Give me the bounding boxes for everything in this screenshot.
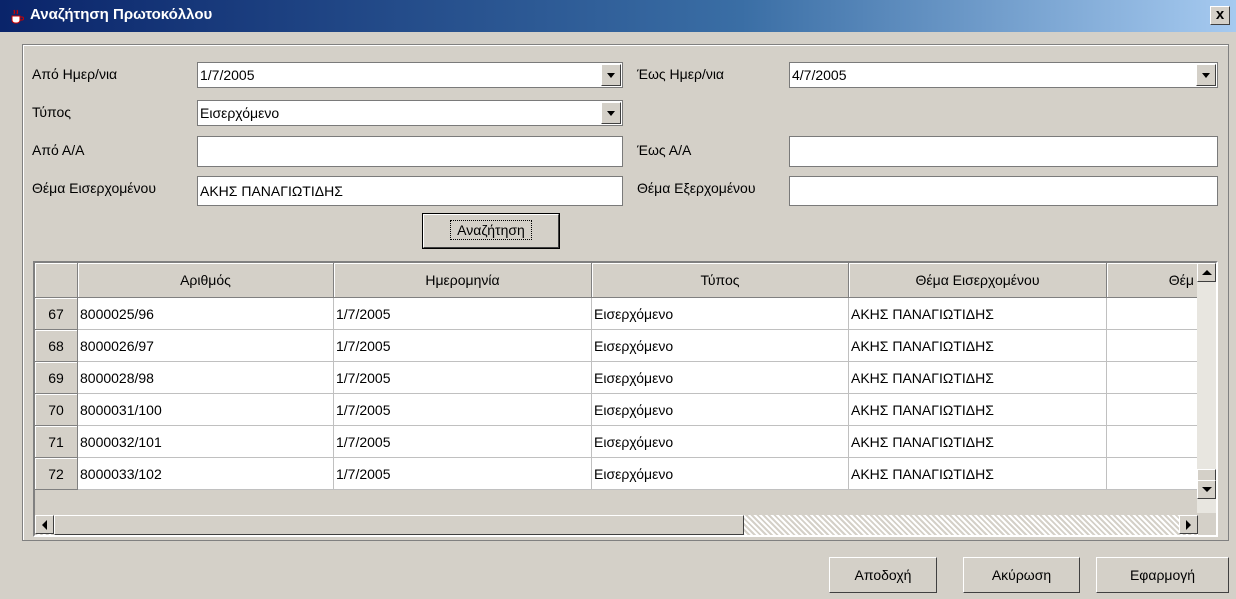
cell-subject: ΑΚΗΣ ΠΑΝΑΓΙΩΤΙΔΗΣ bbox=[849, 426, 1107, 458]
close-button[interactable]: x bbox=[1210, 6, 1230, 25]
column-header-incoming-subject[interactable]: Θέμα Εισερχομένου bbox=[849, 263, 1107, 298]
column-header-date[interactable]: Ημερομηνία bbox=[334, 263, 592, 298]
to-aa-label: Έως Α/Α bbox=[637, 142, 692, 158]
cell-type: Εισερχόμενο bbox=[592, 362, 849, 394]
horizontal-scrollbar[interactable] bbox=[35, 515, 1198, 535]
cancel-button[interactable]: Ακύρωση bbox=[963, 557, 1080, 593]
search-button-label: Αναζήτηση bbox=[450, 220, 532, 240]
cell-type: Εισερχόμενο bbox=[592, 426, 849, 458]
cell-number: 8000025/96 bbox=[78, 298, 334, 330]
cell-number: 8000031/100 bbox=[78, 394, 334, 426]
cell-number: 8000026/97 bbox=[78, 330, 334, 362]
java-cup-icon bbox=[11, 9, 24, 24]
row-number: 71 bbox=[35, 426, 78, 458]
cell-outgoing bbox=[1107, 394, 1199, 426]
accept-button[interactable]: Αποδοχή bbox=[829, 557, 937, 593]
chevron-down-icon[interactable] bbox=[1196, 64, 1216, 86]
cell-subject: ΑΚΗΣ ΠΑΝΑΓΙΩΤΙΔΗΣ bbox=[849, 362, 1107, 394]
cell-date: 1/7/2005 bbox=[334, 458, 592, 490]
row-number: 68 bbox=[35, 330, 78, 362]
cell-date: 1/7/2005 bbox=[334, 362, 592, 394]
incoming-subject-input[interactable]: ΑΚΗΣ ΠΑΝΑΓΙΩΤΙΔΗΣ bbox=[197, 176, 623, 206]
table-corner bbox=[35, 263, 78, 298]
cell-date: 1/7/2005 bbox=[334, 426, 592, 458]
cell-type: Εισερχόμενο bbox=[592, 458, 849, 490]
to-date-combo[interactable]: 4/7/2005 bbox=[789, 62, 1218, 88]
cell-outgoing bbox=[1107, 426, 1199, 458]
scroll-left-icon[interactable] bbox=[35, 515, 54, 534]
from-aa-label: Από Α/Α bbox=[32, 142, 85, 158]
type-label: Τύπος bbox=[32, 104, 71, 120]
chevron-down-icon[interactable] bbox=[601, 64, 621, 86]
cell-outgoing bbox=[1107, 298, 1199, 330]
dialog-window: Αναζήτηση Πρωτοκόλλου x Από Ημερ/νια 1/7… bbox=[0, 0, 1236, 599]
to-date-value: 4/7/2005 bbox=[792, 67, 847, 83]
outgoing-subject-input[interactable] bbox=[789, 176, 1218, 206]
vertical-scrollbar[interactable] bbox=[1197, 263, 1216, 513]
from-date-value: 1/7/2005 bbox=[200, 67, 255, 83]
cell-number: 8000032/101 bbox=[78, 426, 334, 458]
row-number: 72 bbox=[35, 458, 78, 490]
type-value: Εισερχόμενο bbox=[200, 105, 280, 121]
incoming-subject-label: Θέμα Εισερχομένου bbox=[32, 180, 156, 196]
title-bar: Αναζήτηση Πρωτοκόλλου x bbox=[0, 0, 1236, 32]
scroll-up-icon[interactable] bbox=[1197, 263, 1216, 282]
from-date-label: Από Ημερ/νια bbox=[32, 66, 118, 82]
chevron-down-icon[interactable] bbox=[601, 102, 621, 124]
cell-outgoing bbox=[1107, 458, 1199, 490]
outgoing-subject-label: Θέμα Εξερχομένου bbox=[637, 180, 756, 196]
scroll-down-icon[interactable] bbox=[1197, 480, 1216, 499]
cell-type: Εισερχόμενο bbox=[592, 330, 849, 362]
to-aa-input[interactable] bbox=[789, 136, 1218, 167]
results-table: Αριθμός Ημερομηνία Τύπος Θέμα Εισερχομέν… bbox=[33, 261, 1218, 537]
cell-type: Εισερχόμενο bbox=[592, 298, 849, 330]
window-title: Αναζήτηση Πρωτοκόλλου bbox=[30, 6, 213, 23]
from-aa-input[interactable] bbox=[197, 136, 623, 167]
column-header-number[interactable]: Αριθμός bbox=[78, 263, 334, 298]
cell-date: 1/7/2005 bbox=[334, 394, 592, 426]
row-number: 70 bbox=[35, 394, 78, 426]
cell-subject: ΑΚΗΣ ΠΑΝΑΓΙΩΤΙΔΗΣ bbox=[849, 458, 1107, 490]
search-button[interactable]: Αναζήτηση bbox=[422, 213, 560, 249]
from-date-combo[interactable]: 1/7/2005 bbox=[197, 62, 623, 88]
type-combo[interactable]: Εισερχόμενο bbox=[197, 100, 623, 126]
cell-outgoing bbox=[1107, 362, 1199, 394]
cell-number: 8000033/102 bbox=[78, 458, 334, 490]
cell-outgoing bbox=[1107, 330, 1199, 362]
column-header-outgoing-subject[interactable]: Θέμ bbox=[1107, 263, 1199, 298]
to-date-label: Έως Ημερ/νια bbox=[637, 66, 725, 82]
row-number: 69 bbox=[35, 362, 78, 394]
cell-subject: ΑΚΗΣ ΠΑΝΑΓΙΩΤΙΔΗΣ bbox=[849, 394, 1107, 426]
column-header-type[interactable]: Τύπος bbox=[592, 263, 849, 298]
cell-number: 8000028/98 bbox=[78, 362, 334, 394]
scroll-right-icon[interactable] bbox=[1179, 515, 1198, 534]
cell-subject: ΑΚΗΣ ΠΑΝΑΓΙΩΤΙΔΗΣ bbox=[849, 298, 1107, 330]
cell-date: 1/7/2005 bbox=[334, 330, 592, 362]
row-number: 67 bbox=[35, 298, 78, 330]
horizontal-scroll-thumb[interactable] bbox=[54, 515, 744, 535]
cell-date: 1/7/2005 bbox=[334, 298, 592, 330]
cell-type: Εισερχόμενο bbox=[592, 394, 849, 426]
apply-button[interactable]: Εφαρμογή bbox=[1096, 557, 1229, 593]
cell-subject: ΑΚΗΣ ΠΑΝΑΓΙΩΤΙΔΗΣ bbox=[849, 330, 1107, 362]
